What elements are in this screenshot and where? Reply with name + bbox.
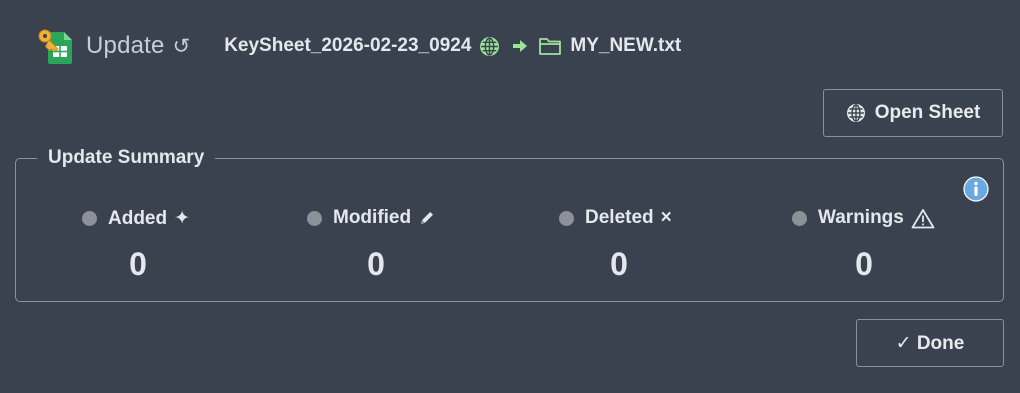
stat-added: Added ✦ bbox=[82, 207, 190, 230]
stat-deleted: Deleted × bbox=[559, 207, 672, 229]
stat-modified: Modified bbox=[307, 207, 436, 229]
stat-warnings-value: 0 bbox=[855, 246, 873, 282]
status-dot bbox=[559, 210, 574, 226]
stat-deleted-label: Deleted bbox=[585, 207, 654, 228]
warning-icon bbox=[911, 208, 935, 229]
close-icon: × bbox=[660, 207, 672, 228]
refresh-icon[interactable]: ↺ bbox=[173, 34, 191, 59]
status-dot bbox=[307, 210, 322, 226]
open-sheet-button[interactable]: Open Sheet bbox=[823, 89, 1003, 137]
source-name: KeySheet_2026-02-23_0924 bbox=[224, 35, 472, 56]
stat-modified-label: Modified bbox=[333, 207, 412, 228]
status-dot bbox=[792, 210, 807, 226]
source-target-path: KeySheet_2026-02-23_0924 MY_NEW.txt bbox=[224, 35, 681, 57]
stat-deleted-value: 0 bbox=[610, 246, 628, 282]
page-title: Update bbox=[86, 32, 165, 59]
key-sheet-logo-icon bbox=[36, 26, 80, 66]
info-icon[interactable] bbox=[963, 176, 989, 202]
update-summary-group: Update Summary Added ✦ 0 Modified 0 Dele… bbox=[15, 146, 1004, 302]
status-dot bbox=[82, 211, 97, 226]
stat-modified-value: 0 bbox=[367, 246, 385, 282]
sparkle-icon: ✦ bbox=[174, 208, 191, 229]
arrow-right-icon bbox=[512, 39, 528, 53]
done-button[interactable]: ✓ Done bbox=[856, 319, 1004, 367]
stat-warnings-label: Warnings bbox=[818, 207, 904, 228]
target-name: MY_NEW.txt bbox=[570, 35, 682, 56]
stat-warnings: Warnings bbox=[792, 207, 935, 229]
folder-icon bbox=[538, 36, 562, 56]
update-summary-title: Update Summary bbox=[37, 146, 216, 170]
stat-added-value: 0 bbox=[129, 246, 147, 282]
header: Update ↺ KeySheet_2026-02-23_0924 MY_NEW… bbox=[36, 24, 681, 68]
pencil-icon bbox=[418, 209, 436, 227]
globe-icon bbox=[846, 103, 866, 123]
update-dialog: Update ↺ KeySheet_2026-02-23_0924 MY_NEW… bbox=[0, 0, 1020, 393]
open-sheet-label: Open Sheet bbox=[874, 102, 981, 123]
globe-icon bbox=[479, 36, 500, 57]
stat-added-label: Added bbox=[108, 207, 168, 229]
